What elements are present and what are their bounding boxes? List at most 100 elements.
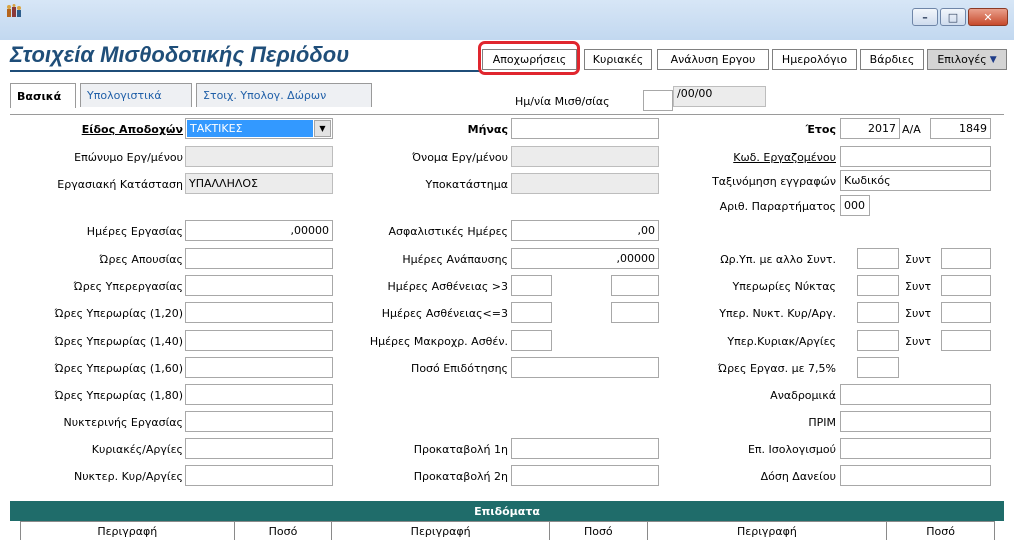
employee-surname-label: Επώνυμο Εργ/μένου [74, 151, 183, 164]
dropdown-arrow-icon: ▼ [989, 54, 997, 65]
earnings-type-label: Είδος Αποδοχών [81, 123, 183, 136]
absence-hours-field[interactable] [185, 248, 333, 269]
rest-days-field[interactable]: ,00000 [511, 248, 659, 269]
coef-label-1: Συντ [905, 253, 932, 266]
column-amount-3[interactable]: Ποσό [887, 522, 994, 540]
long-sick-field[interactable] [511, 330, 552, 351]
employment-status-label: Εργασιακή Κατάσταση [57, 178, 183, 191]
maximize-icon: □ [947, 10, 959, 24]
coef-field-1[interactable] [941, 248, 991, 269]
payroll-date-field[interactable]: /00/00 [673, 86, 766, 107]
work-days-label: Ημέρες Εργασίας [86, 225, 183, 238]
insurance-days-field[interactable]: ,00 [511, 220, 659, 241]
retroactive-field[interactable] [840, 384, 991, 405]
employee-name-label: Όνομα Εργ/μένου [412, 151, 508, 164]
subsidy-field[interactable] [511, 357, 659, 378]
year-field[interactable]: 2017 [840, 118, 900, 139]
payroll-day-field[interactable] [643, 90, 673, 111]
coef-field-3[interactable] [941, 302, 991, 323]
sundays-holidays-field[interactable] [185, 438, 333, 459]
minimize-button[interactable]: – [912, 8, 938, 26]
employee-code-field[interactable] [840, 146, 991, 167]
month-field[interactable] [511, 118, 659, 139]
subsidy-label: Ποσό Επιδότησης [411, 362, 508, 375]
hours-75-label: Ώρες Εργασ. με 7,5% [717, 362, 836, 375]
maximize-button[interactable]: □ [940, 8, 966, 26]
overwork-hours-field[interactable] [185, 275, 333, 296]
employment-status-field[interactable]: ΥΠΑΛΛΗΛΟΣ [185, 173, 333, 194]
sundays-button[interactable]: Κυριακές [584, 49, 652, 70]
long-sick-label: Ημέρες Μακροχρ. Ασθέν. [369, 335, 508, 348]
advance2-field[interactable] [511, 465, 659, 486]
dropdown-arrow-icon[interactable]: ▼ [314, 120, 331, 137]
column-amount-1[interactable]: Ποσό [234, 522, 333, 540]
aa-field[interactable]: 1849 [930, 118, 991, 139]
absence-hours-label: Ώρες Απουσίας [99, 253, 183, 266]
sick-gt3-amount-field[interactable] [611, 275, 659, 296]
advance1-field[interactable] [511, 438, 659, 459]
night-holiday-ot-field[interactable] [857, 302, 899, 323]
advance1-label: Προκαταβολή 1η [413, 443, 508, 456]
close-button[interactable]: ✕ [968, 8, 1008, 26]
night-work-field[interactable] [185, 411, 333, 432]
night-overtime-field[interactable] [857, 275, 899, 296]
work-analysis-button[interactable]: Ανάλυση Εργου [657, 49, 769, 70]
earnings-type-select[interactable]: ΤΑΚΤΙΚΕΣ ▼ [185, 118, 333, 139]
calendar-button[interactable]: Ημερολόγιο [772, 49, 857, 70]
shifts-button[interactable]: Βάρδιες [860, 49, 924, 70]
allowances-header: Επιδόματα [10, 501, 1004, 521]
balance-field[interactable] [840, 438, 991, 459]
sunday-holiday-ot-field[interactable] [857, 330, 899, 351]
sick-gt3-days-field[interactable] [511, 275, 552, 296]
allowances-grid-header: Περιγραφή Ποσό Περιγραφή Ποσό Περιγραφή … [20, 521, 995, 540]
sunday-holiday-ot-label: Υπερ.Κυριακ/Αργίες [727, 335, 836, 348]
prim-field[interactable] [840, 411, 991, 432]
branch-no-label: Αριθ. Παραρτήματος [719, 200, 836, 213]
overtime-180-field[interactable] [185, 384, 333, 405]
overtime-120-label: Ώρες Υπερωρίας (1,20) [54, 307, 183, 320]
payroll-date-label: Ημ/νία Μισθ/σίας [515, 95, 610, 108]
overtime-160-field[interactable] [185, 357, 333, 378]
branch-label: Υποκατάστημα [425, 178, 509, 191]
branch-field[interactable] [511, 173, 659, 194]
employee-name-field[interactable] [511, 146, 659, 167]
window-titlebar: – □ ✕ [0, 0, 1014, 40]
column-description-1[interactable]: Περιγραφή [21, 522, 235, 540]
prim-label: ΠΡΙΜ [808, 416, 836, 429]
overtime-120-field[interactable] [185, 302, 333, 323]
branch-no-field[interactable]: 000 [840, 195, 870, 216]
sort-field[interactable]: Κωδικός [840, 170, 991, 191]
rest-days-label: Ημέρες Ανάπαυσης [402, 253, 508, 266]
overtime-160-label: Ώρες Υπερωρίας (1,60) [54, 362, 183, 375]
employee-surname-field[interactable] [185, 146, 333, 167]
tab-bonus-calc[interactable]: Στοιχ. Υπολογ. Δώρων [196, 83, 372, 107]
night-sundays-field[interactable] [185, 465, 333, 486]
sick-le3-amount-field[interactable] [611, 302, 659, 323]
coef-label-2: Συντ [905, 280, 932, 293]
sick-le3-days-field[interactable] [511, 302, 552, 323]
minimize-icon: – [922, 10, 928, 24]
column-amount-2[interactable]: Ποσό [549, 522, 648, 540]
withdrawals-button[interactable]: Αποχωρήσεις [482, 49, 577, 70]
balance-label: Επ. Ισολογισμού [747, 443, 836, 456]
page-title: Στοιχεία Μισθοδοτικής Περιόδου [10, 42, 350, 67]
loan-field[interactable] [840, 465, 991, 486]
hours-75-field[interactable] [857, 357, 899, 378]
night-work-label: Νυκτερινής Εργασίας [63, 416, 183, 429]
night-sundays-label: Νυκτερ. Κυρ/Αργίες [73, 470, 183, 483]
column-description-3[interactable]: Περιγραφή [647, 522, 888, 540]
advance2-label: Προκαταβολή 2η [413, 470, 508, 483]
tab-calculations[interactable]: Υπολογιστικά [80, 83, 192, 107]
work-days-field[interactable]: ,00000 [185, 220, 333, 241]
earnings-type-value: ΤΑΚΤΙΚΕΣ [187, 120, 313, 137]
coef-field-2[interactable] [941, 275, 991, 296]
coef-field-4[interactable] [941, 330, 991, 351]
options-menu-button[interactable]: Επιλογές ▼ [927, 49, 1007, 70]
overtime-other-field[interactable] [857, 248, 899, 269]
overtime-140-field[interactable] [185, 330, 333, 351]
tab-basic[interactable]: Βασικά [10, 83, 76, 108]
column-description-2[interactable]: Περιγραφή [332, 522, 550, 540]
loan-label: Δόση Δανείου [760, 470, 836, 483]
title-underline [10, 70, 480, 72]
tab-strip: Βασικά Υπολογιστικά Στοιχ. Υπολογ. Δώρων [10, 83, 1004, 115]
